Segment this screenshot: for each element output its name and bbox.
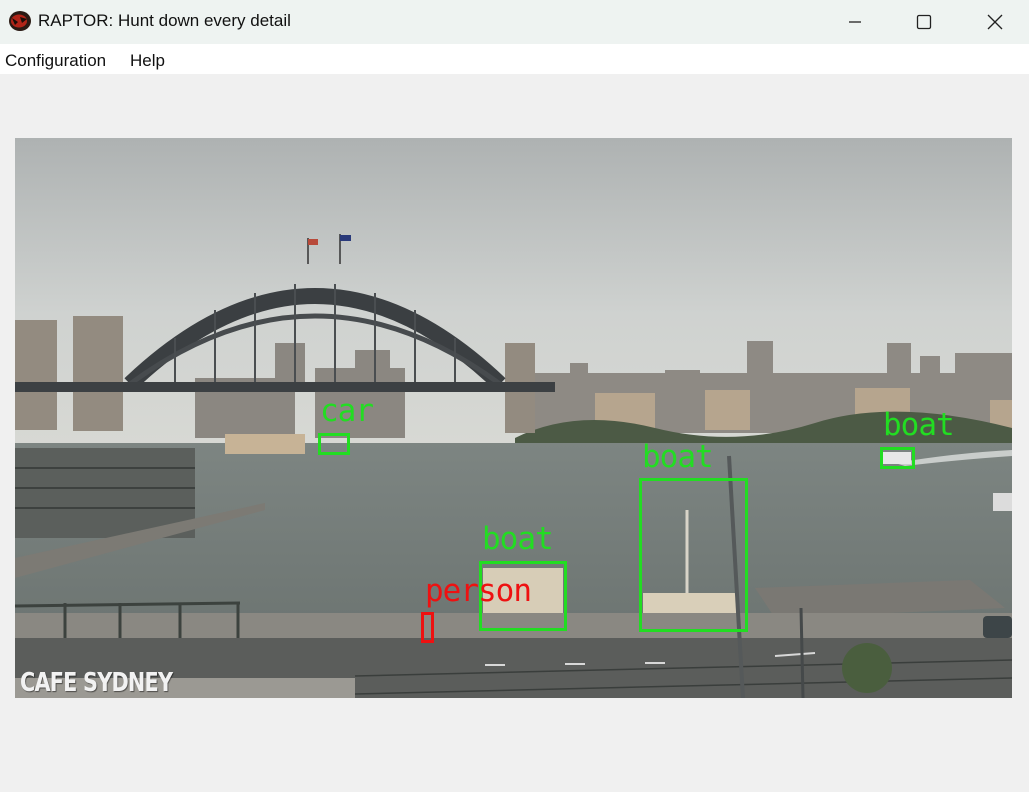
window-title: RAPTOR: Hunt down every detail: [38, 11, 291, 30]
title-bar[interactable]: RAPTOR: Hunt down every detail: [0, 0, 1029, 44]
detection-box-boat: [880, 447, 915, 469]
menu-bar: Configuration Help: [0, 44, 1029, 74]
video-frame: car boat boat boat person CAFE SYDNEY: [15, 138, 1012, 698]
menu-help[interactable]: Help: [130, 51, 165, 71]
minimize-button[interactable]: [826, 0, 884, 44]
detection-label-car: car: [320, 393, 374, 429]
detection-box-person: [421, 612, 434, 643]
maximize-button[interactable]: [895, 0, 953, 44]
maximize-icon: [916, 14, 932, 30]
minimize-icon: [848, 15, 862, 29]
raptor-logo-icon: [8, 9, 32, 33]
detection-label-boat: boat: [642, 439, 714, 475]
detection-box-boat: [639, 478, 748, 632]
menu-configuration[interactable]: Configuration: [5, 51, 106, 71]
close-button[interactable]: [966, 0, 1024, 44]
detection-label-person: person: [425, 573, 532, 609]
detection-label-boat: boat: [482, 521, 554, 557]
detection-label-boat: boat: [883, 407, 955, 443]
watermark-text: CAFE SYDNEY: [20, 668, 173, 698]
app-window: RAPTOR: Hunt down every detail Configura…: [0, 0, 1029, 792]
close-icon: [987, 14, 1003, 30]
detection-box-car: [318, 433, 350, 455]
